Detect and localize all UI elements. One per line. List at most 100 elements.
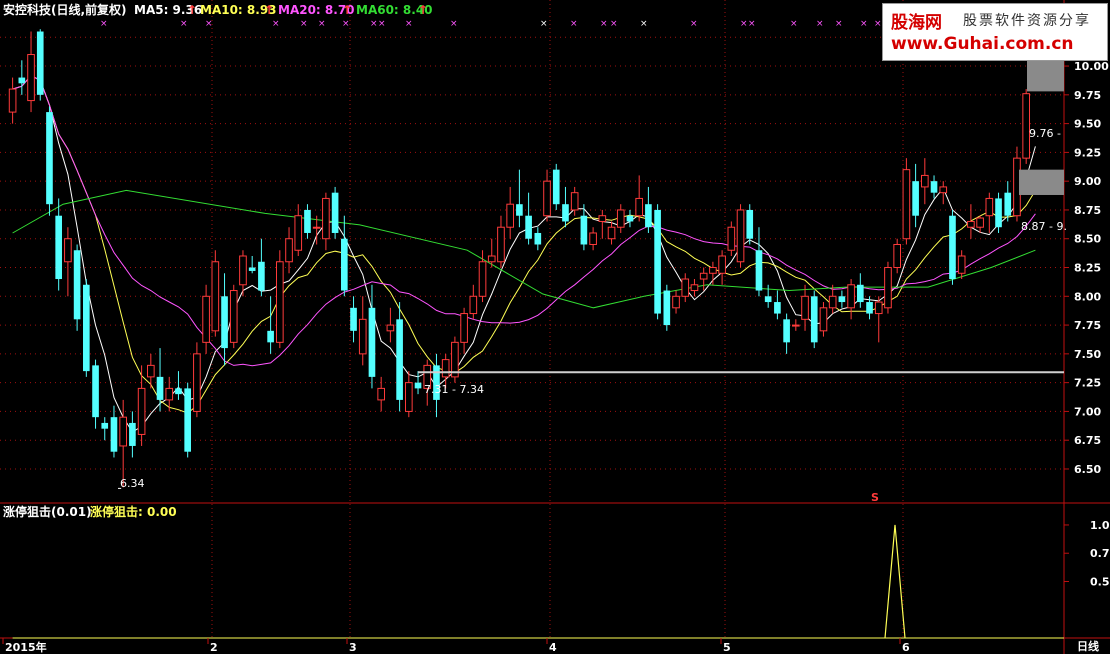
signal-mark: × xyxy=(272,19,280,29)
ma5-line xyxy=(12,74,1036,433)
candle xyxy=(857,273,864,308)
candle xyxy=(626,209,634,228)
candle xyxy=(819,302,828,337)
candle xyxy=(949,209,956,285)
candle xyxy=(746,204,754,245)
ma10-line xyxy=(12,74,1036,414)
candle xyxy=(516,169,523,228)
candle xyxy=(893,238,901,274)
box-bottom-annotation: 8.87 - 9. xyxy=(1021,220,1067,233)
candle xyxy=(995,192,1002,233)
signal-mark: × xyxy=(180,19,188,29)
chart-title: 安控科技(日线,前复权) xyxy=(3,2,127,17)
signal-mark: × xyxy=(570,19,578,29)
candle xyxy=(267,296,274,354)
candle xyxy=(690,279,699,297)
candle xyxy=(921,158,929,205)
candle xyxy=(184,382,191,458)
signal-mark: × xyxy=(860,19,868,29)
candle xyxy=(506,186,514,239)
candle xyxy=(616,204,625,233)
candle xyxy=(985,192,994,233)
candle xyxy=(129,411,136,458)
signal-mark: × xyxy=(370,19,378,29)
x-tick-label: 5 xyxy=(723,641,731,654)
signal-mark: × xyxy=(450,19,458,29)
x-tick-label: 4 xyxy=(549,641,557,654)
watermark-logo: 股海网 股票软件资源分享 www.Guhai.com.cn xyxy=(882,3,1108,61)
signal-mark: × xyxy=(816,19,824,29)
candle xyxy=(341,215,348,297)
candle xyxy=(755,227,763,297)
candle xyxy=(248,256,256,274)
candle xyxy=(709,261,717,285)
signal-mark: × xyxy=(342,19,350,29)
candle xyxy=(258,238,265,297)
indicator-tick-label: 1.00 xyxy=(1090,519,1110,532)
ma10-arrow: ↑ xyxy=(264,3,274,17)
indicator-panel: 1.00 0.75 0.50 xyxy=(12,519,1110,639)
candle xyxy=(276,250,284,349)
candle xyxy=(810,290,818,349)
candle xyxy=(101,417,109,441)
signal-mark: × xyxy=(740,19,748,29)
candle xyxy=(967,204,975,239)
signal-markers: × × × × × × × × × × × × × × × × × × × × × × × × xyxy=(100,19,882,29)
candle xyxy=(552,163,560,210)
candle xyxy=(386,307,395,343)
candle xyxy=(930,175,938,199)
candle xyxy=(46,106,53,216)
signal-mark: × xyxy=(300,19,308,29)
candle xyxy=(783,313,790,354)
candle xyxy=(718,250,726,285)
y-tick-label: 7.75 xyxy=(1074,319,1101,332)
candle xyxy=(902,158,911,245)
candle xyxy=(27,31,35,113)
indicator-value: 涨停狙击: 0.00 xyxy=(90,504,177,519)
candle xyxy=(589,227,597,251)
x-tick-label: 2 xyxy=(210,641,218,654)
signal-mark: × xyxy=(405,19,413,29)
y-tick-label: 7.50 xyxy=(1074,348,1101,361)
candle xyxy=(221,273,228,366)
signal-mark: × xyxy=(378,19,386,29)
candle xyxy=(285,227,293,274)
ma60-line xyxy=(12,189,1036,309)
candle xyxy=(396,302,403,412)
indicator-title: 涨停狙击(0.01) xyxy=(3,504,92,519)
candle xyxy=(147,353,155,389)
signal-mark: × xyxy=(205,19,213,29)
candle xyxy=(663,284,671,331)
watermark-line1: 股海网 xyxy=(891,13,942,33)
y-tick-label: 9.50 xyxy=(1074,118,1101,131)
box-top-annotation: 9.76 - xyxy=(1029,127,1061,140)
candle xyxy=(18,60,26,95)
candle xyxy=(460,307,468,354)
candle xyxy=(8,77,17,124)
period-label[interactable]: 日线 xyxy=(1077,639,1099,653)
y-tick-label: 9.25 xyxy=(1074,146,1101,159)
candle xyxy=(598,209,607,239)
candle xyxy=(957,250,966,280)
candle xyxy=(294,204,303,256)
gap-box-bottom xyxy=(1019,169,1064,195)
x-tick-label: 2015年 xyxy=(5,640,47,654)
candle xyxy=(699,267,708,291)
candle xyxy=(976,215,984,233)
candle xyxy=(73,244,81,331)
indicator-tick-label: 0.75 xyxy=(1090,547,1110,560)
signal-mark: × xyxy=(690,19,698,29)
signal-mark: × xyxy=(748,19,756,29)
candle xyxy=(645,186,652,233)
y-tick-label: 7.00 xyxy=(1074,405,1101,418)
candle xyxy=(681,273,690,303)
candle xyxy=(304,204,311,239)
stock-chart[interactable]: ×××××××××××××××××××××××× 10.2510.009.759… xyxy=(0,0,1110,654)
indicator-tick-label: 0.50 xyxy=(1090,575,1110,588)
y-tick-label: 8.50 xyxy=(1074,233,1101,246)
signal-mark: × xyxy=(600,19,608,29)
candle xyxy=(110,405,118,458)
candle xyxy=(451,336,459,383)
signal-mark: × xyxy=(610,19,618,29)
candle xyxy=(55,198,62,291)
